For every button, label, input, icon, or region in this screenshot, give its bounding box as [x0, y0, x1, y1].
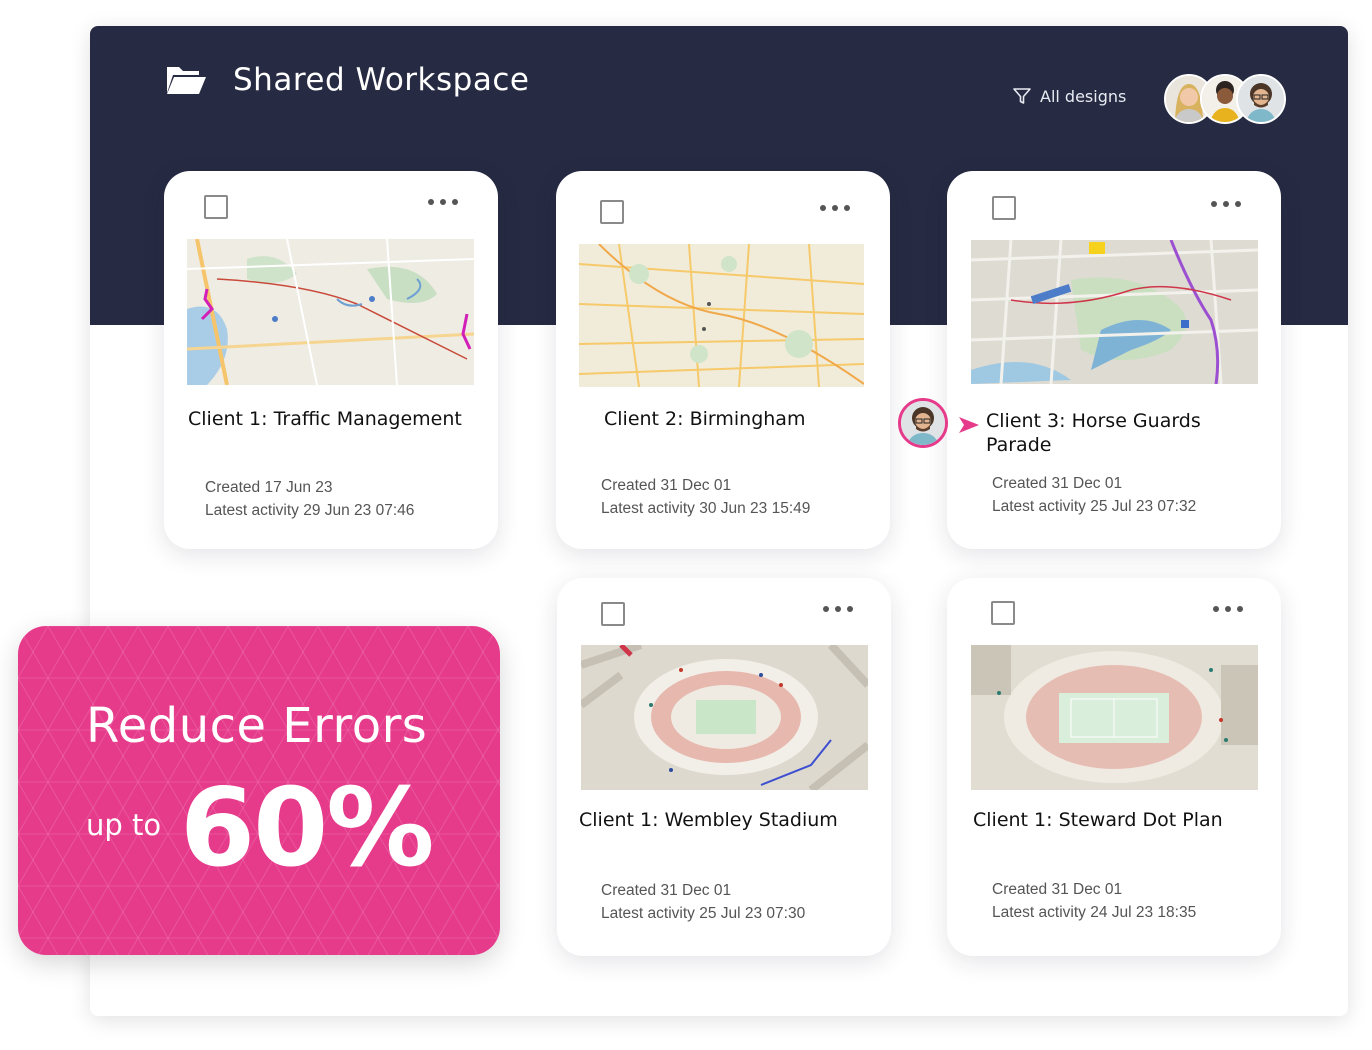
map-thumbnail: [187, 239, 474, 385]
design-card[interactable]: Client 1: Wembley Stadium Created 31 Dec…: [557, 578, 891, 956]
created-date: Created 31 Dec 01: [601, 477, 732, 494]
design-card[interactable]: Client 1: Steward Dot Plan Created 31 De…: [947, 578, 1281, 956]
select-checkbox[interactable]: [600, 200, 624, 224]
promo-prefix: up to: [86, 808, 162, 842]
workspace-title-area: Shared Workspace: [165, 62, 529, 98]
card-meta: Created 31 Dec 01 Latest activity 24 Jul…: [992, 878, 1196, 924]
promo-value: 60%: [180, 766, 435, 891]
select-checkbox[interactable]: [204, 195, 228, 219]
card-title[interactable]: Client 3: Horse Guards Parade: [986, 409, 1256, 457]
select-checkbox[interactable]: [601, 602, 625, 626]
select-checkbox[interactable]: [992, 196, 1016, 220]
latest-activity: Latest activity 30 Jun 23 15:49: [601, 500, 811, 517]
filter-button[interactable]: All designs: [1012, 86, 1126, 106]
promo-headline: Reduce Errors: [86, 698, 428, 754]
card-meta: Created 31 Dec 01 Latest activity 30 Jun…: [601, 474, 810, 520]
card-title[interactable]: Client 1: Steward Dot Plan: [973, 808, 1273, 832]
card-title[interactable]: Client 1: Wembley Stadium: [579, 808, 889, 832]
avatar[interactable]: [1236, 74, 1286, 124]
collaborator-avatar: [898, 398, 948, 448]
design-card[interactable]: Client 1: Traffic Management Created 17 …: [164, 171, 498, 549]
created-date: Created 31 Dec 01: [992, 881, 1123, 898]
latest-activity: Latest activity 29 Jun 23 07:46: [205, 502, 415, 519]
promo-banner: Reduce Errors up to 60%: [18, 626, 500, 955]
map-thumbnail: [971, 645, 1258, 790]
filter-icon: [1013, 88, 1031, 104]
card-title[interactable]: Client 1: Traffic Management: [188, 407, 488, 431]
more-options-icon[interactable]: [1211, 195, 1241, 213]
card-title[interactable]: Client 2: Birmingham: [604, 407, 904, 431]
filter-label: All designs: [1040, 86, 1127, 106]
created-date: Created 31 Dec 01: [601, 882, 732, 899]
created-date: Created 17 Jun 23: [205, 479, 333, 496]
collaborator-avatars[interactable]: [1164, 74, 1286, 124]
design-card[interactable]: Client 2: Birmingham Created 31 Dec 01 L…: [556, 171, 890, 549]
more-options-icon[interactable]: [1213, 600, 1243, 618]
avatar-man-glasses-icon: [1238, 76, 1284, 122]
more-options-icon[interactable]: [428, 193, 458, 211]
folder-open-icon: [167, 67, 206, 94]
card-meta: Created 31 Dec 01 Latest activity 25 Jul…: [992, 472, 1196, 518]
card-meta: Created 17 Jun 23 Latest activity 29 Jun…: [205, 476, 414, 522]
created-date: Created 31 Dec 01: [992, 475, 1123, 492]
latest-activity: Latest activity 24 Jul 23 18:35: [992, 904, 1197, 921]
select-checkbox[interactable]: [991, 601, 1015, 625]
page-title: Shared Workspace: [233, 62, 530, 98]
map-thumbnail: [581, 645, 868, 790]
cursor-pointer-icon: [959, 417, 979, 433]
design-card[interactable]: Client 3: Horse Guards Parade Created 31…: [947, 171, 1281, 549]
map-thumbnail: [971, 240, 1258, 384]
more-options-icon[interactable]: [820, 199, 850, 217]
map-thumbnail: [579, 244, 864, 387]
more-options-icon[interactable]: [823, 600, 853, 618]
avatar-man-glasses-icon: [901, 401, 945, 445]
latest-activity: Latest activity 25 Jul 23 07:30: [601, 905, 806, 922]
latest-activity: Latest activity 25 Jul 23 07:32: [992, 498, 1197, 515]
card-meta: Created 31 Dec 01 Latest activity 25 Jul…: [601, 879, 805, 925]
